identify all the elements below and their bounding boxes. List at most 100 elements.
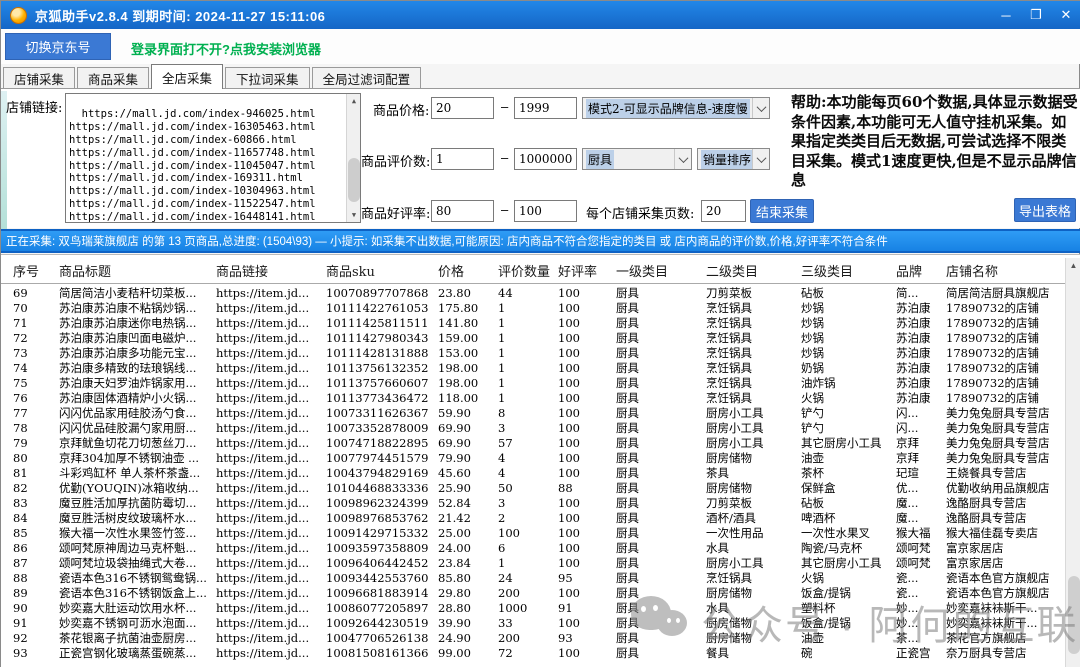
table-row[interactable]: 92茶花银离子抗菌油壶厨房...https://item.jd...100477… <box>1 630 1065 645</box>
chevron-down-icon[interactable] <box>752 149 769 169</box>
tab-product-collect[interactable]: 商品采集 <box>77 67 149 89</box>
table-row[interactable]: 79京拜鱿鱼切花刀切葱丝刀...https://item.jd...100747… <box>1 435 1065 450</box>
table-row[interactable]: 76苏泊康固体酒精炉小火锅...https://item.jd...101137… <box>1 390 1065 405</box>
table-row[interactable]: 88瓷语本色316不锈钢鸳鸯锅...https://item.jd...1009… <box>1 570 1065 585</box>
table-cell: 1 <box>498 301 558 315</box>
rating-min-input[interactable] <box>431 200 494 222</box>
column-header[interactable]: 商品链接 <box>216 261 326 280</box>
shop-links-label: 店铺链接: <box>6 97 62 116</box>
minimize-button[interactable]: ─ <box>991 1 1021 29</box>
close-button[interactable]: ✕ <box>1051 1 1080 29</box>
reviews-max-input[interactable] <box>514 148 577 170</box>
chevron-down-icon[interactable] <box>674 149 691 169</box>
table-cell: 100 <box>558 421 616 435</box>
table-cell: 猴大福佳磊专卖店 <box>946 525 1065 541</box>
table-cell: 刀剪菜板 <box>706 495 801 511</box>
tab-dropdown-words[interactable]: 下拉词采集 <box>225 67 310 89</box>
rating-max-input[interactable] <box>514 200 577 222</box>
scroll-up-icon[interactable]: ▲ <box>1066 258 1080 273</box>
table-cell: 118.00 <box>438 391 498 405</box>
table-cell: 90 <box>13 601 59 615</box>
column-header[interactable]: 价格 <box>438 261 498 280</box>
table-cell: 25.90 <box>438 481 498 495</box>
table-row[interactable]: 70苏泊康苏泊康不粘锅炒锅...https://item.jd...101114… <box>1 300 1065 315</box>
table-row[interactable]: 71苏泊康苏泊康迷你电热锅...https://item.jd...101114… <box>1 315 1065 330</box>
table-cell: 141.80 <box>438 316 498 330</box>
table-cell: 妙... <box>896 615 946 631</box>
reviews-min-input[interactable] <box>431 148 494 170</box>
table-row[interactable]: 93正瓷宫钢化玻璃蒸蛋碗蒸...https://item.jd...100815… <box>1 645 1065 660</box>
table-cell: 69.90 <box>438 436 498 450</box>
table-row[interactable]: 85猴大福一次性水果签竹签...https://item.jd...100914… <box>1 525 1065 540</box>
shop-links-scrollbar[interactable]: ▲ ▼ <box>346 94 360 222</box>
sort-select[interactable]: 销量排序 <box>697 148 770 170</box>
table-cell: 优... <box>896 480 946 496</box>
table-cell: 其它厨房小工具 <box>801 435 896 451</box>
table-cell: https://item.jd... <box>216 451 326 465</box>
install-browser-link[interactable]: 登录界面打不开?点我安装浏览器 <box>131 39 321 58</box>
table-row[interactable]: 90妙奕嘉大肚运动饮用水杯...https://item.jd...100860… <box>1 600 1065 615</box>
table-cell: 100 <box>558 376 616 390</box>
table-cell: 瓷... <box>896 570 946 586</box>
tab-shop-collect[interactable]: 店铺采集 <box>3 67 75 89</box>
column-header[interactable]: 好评率 <box>558 261 616 280</box>
pages-per-shop-input[interactable] <box>701 200 746 222</box>
price-min-input[interactable] <box>431 97 494 119</box>
table-row[interactable]: 78闪闪优品硅胶漏勺家用厨...https://item.jd...100733… <box>1 420 1065 435</box>
table-cell: https://item.jd... <box>216 406 326 420</box>
category-select[interactable]: 厨具 <box>582 148 692 170</box>
table-cell: 正瓷宫 <box>896 645 946 661</box>
table-scrollbar[interactable]: ▲ <box>1065 258 1080 667</box>
scroll-thumb[interactable] <box>1068 576 1080 654</box>
table-cell: 6 <box>498 541 558 555</box>
table-row[interactable]: 81斗彩鸡缸杯 单人茶杯茶盏...https://item.jd...10043… <box>1 465 1065 480</box>
scroll-down-icon[interactable]: ▼ <box>347 208 361 222</box>
column-header[interactable]: 店铺名称 <box>946 261 1065 280</box>
table-row[interactable]: 87颂呵梵垃圾袋抽绳式大卷...https://item.jd...100964… <box>1 555 1065 570</box>
stop-collect-button[interactable]: 结束采集 <box>750 199 814 223</box>
scroll-thumb[interactable] <box>348 158 360 202</box>
table-row[interactable]: 74苏泊康多精致的珐琅锅线...https://item.jd...101137… <box>1 360 1065 375</box>
tab-fullstore-collect[interactable]: 全店采集 <box>151 64 223 89</box>
table-cell: 碗 <box>801 645 896 661</box>
table-cell: 86 <box>13 541 59 555</box>
table-cell: 茶花银离子抗菌油壶厨房... <box>59 630 216 646</box>
table-row[interactable]: 89瓷语本色316不锈钢饭盒上...https://item.jd...1009… <box>1 585 1065 600</box>
shop-links-textarea[interactable]: https://mall.jd.com/index-946025.html ht… <box>65 93 361 223</box>
column-header[interactable]: 序号 <box>13 261 59 280</box>
column-header[interactable]: 商品sku <box>326 261 438 280</box>
maximize-button[interactable]: ❐ <box>1021 1 1051 29</box>
table-cell: 10091429715332 <box>326 526 438 540</box>
chevron-down-icon[interactable] <box>752 98 769 118</box>
table-row[interactable]: 69简居简洁小麦秸秆切菜板...https://item.jd...100708… <box>1 285 1065 300</box>
table-cell: 91 <box>13 616 59 630</box>
table-row[interactable]: 75苏泊康天妇罗油炸锅家用...https://item.jd...101137… <box>1 375 1065 390</box>
export-table-button[interactable]: 导出表格 <box>1014 198 1076 222</box>
mode-select[interactable]: 模式2-可显示品牌信息-速度慢 <box>582 97 770 119</box>
table-cell: 85 <box>13 526 59 540</box>
column-header[interactable]: 二级类目 <box>706 261 801 280</box>
table-cell: 10047706526138 <box>326 631 438 645</box>
table-cell: 23.84 <box>438 556 498 570</box>
table-row[interactable]: 80京拜304加厚不锈钢油壶 ...https://item.jd...1007… <box>1 450 1065 465</box>
table-row[interactable]: 83魔豆胜活加厚抗菌防霉切...https://item.jd...100989… <box>1 495 1065 510</box>
column-header[interactable]: 品牌 <box>896 261 946 280</box>
column-header[interactable]: 一级类目 <box>616 261 706 280</box>
table-row[interactable]: 91妙奕嘉不锈钢可沥水泡面...https://item.jd...100926… <box>1 615 1065 630</box>
table-row[interactable]: 84魔豆胜活树皮纹玻璃杯水...https://item.jd...100989… <box>1 510 1065 525</box>
table-cell: 81 <box>13 466 59 480</box>
table-row[interactable]: 86颂呵梵原神周边马克杯魁...https://item.jd...100935… <box>1 540 1065 555</box>
table-row[interactable]: 82优勤(YOUQIN)冰箱收纳...https://item.jd...101… <box>1 480 1065 495</box>
table-cell: 简居简洁厨具旗舰店 <box>946 285 1065 301</box>
scroll-up-icon[interactable]: ▲ <box>347 94 361 108</box>
tab-global-filter-config[interactable]: 全局过滤词配置 <box>312 67 422 89</box>
column-header[interactable]: 商品标题 <box>59 261 216 280</box>
table-row[interactable]: 73苏泊康苏泊康多功能元宝...https://item.jd...101114… <box>1 345 1065 360</box>
column-header[interactable]: 三级类目 <box>801 261 896 280</box>
table-row[interactable]: 72苏泊康苏泊康凹面电磁炉...https://item.jd...101114… <box>1 330 1065 345</box>
table-cell: 10111422761053 <box>326 301 438 315</box>
switch-jd-account-button[interactable]: 切换京东号 <box>5 33 111 60</box>
column-header[interactable]: 评价数量 <box>498 261 558 280</box>
table-row[interactable]: 77闪闪优品家用硅胶汤勺食...https://item.jd...100733… <box>1 405 1065 420</box>
price-max-input[interactable] <box>514 97 577 119</box>
